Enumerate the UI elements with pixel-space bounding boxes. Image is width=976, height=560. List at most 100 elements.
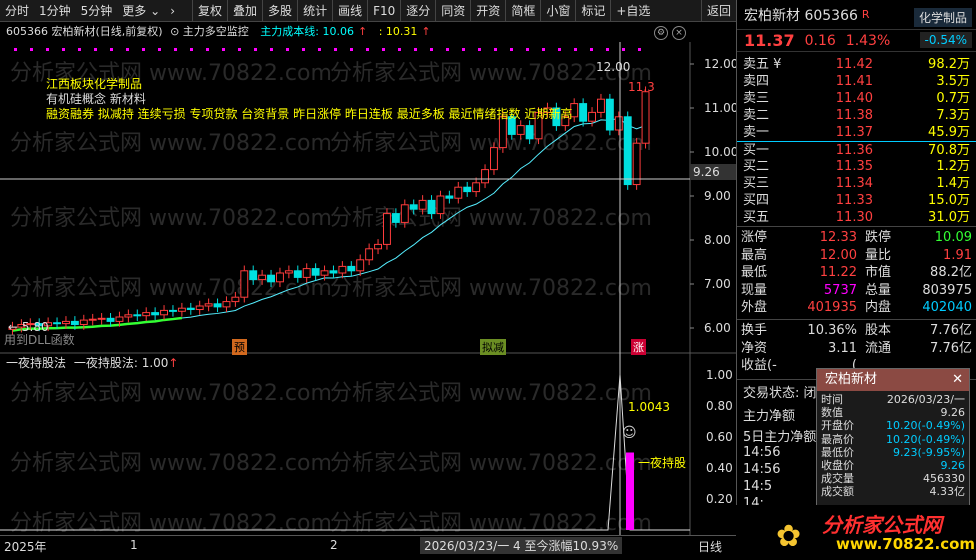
magenta-dot <box>542 48 545 51</box>
magenta-dot <box>510 48 513 51</box>
candle-body <box>320 270 329 276</box>
tooltip-row: 数值 9.26 <box>817 406 969 419</box>
ob-price: 11.34 <box>835 176 873 191</box>
watermark-text: 分析家公式网 www.70822.com <box>330 511 652 535</box>
candle-body <box>472 182 481 193</box>
orderbook-row[interactable]: 买三 11.34 1.4万 <box>737 175 976 192</box>
ob-volume: 70.8万 <box>928 143 970 158</box>
price-label: 11.3 <box>628 80 655 94</box>
tooltip-key: 时间 <box>821 393 843 406</box>
crosshair-price: 9.26 <box>690 164 736 180</box>
y-tick-label: 11.00 <box>704 101 736 115</box>
magenta-dot <box>318 48 321 51</box>
candle-body <box>258 274 267 281</box>
candle-body <box>62 320 70 325</box>
magenta-dot <box>78 48 81 51</box>
candle-body <box>329 270 338 274</box>
ob-label: 买二 <box>743 159 770 174</box>
orderbook-row[interactable]: 卖五 ¥ 11.42 98.2万 <box>737 56 976 73</box>
magenta-dot <box>174 48 177 51</box>
ob-label: 卖三 <box>743 91 770 106</box>
candle-body <box>231 296 240 303</box>
ob-volume: 1.2万 <box>936 159 970 174</box>
orderbook-row[interactable]: 买五 11.30 31.0万 <box>737 209 976 226</box>
marker-yu: 预 <box>232 339 247 355</box>
magenta-dot <box>478 48 481 51</box>
period-label[interactable]: 日线 <box>698 538 722 555</box>
orderbook-row[interactable]: 买一 11.36 70.8万 <box>737 141 976 158</box>
ob-volume: 15.0万 <box>928 193 970 208</box>
price-change: 0.16 <box>804 32 836 49</box>
tooltip-title: 宏柏新材 ✕ <box>817 369 969 391</box>
magenta-dot <box>606 48 609 51</box>
date-info: 2026/03/23/一 4 至今涨幅10.93% <box>420 537 623 554</box>
stat-row: 最低 11.22 市值 88.2亿 <box>737 264 976 282</box>
magenta-dot <box>190 48 193 51</box>
stat-label: 总量 <box>865 282 892 298</box>
magenta-dot <box>206 48 209 51</box>
month-2: 2 <box>330 538 338 552</box>
candle-body <box>374 243 383 250</box>
candle-body <box>463 186 472 193</box>
orderbook-row[interactable]: 买二 11.35 1.2万 <box>737 158 976 175</box>
year-label: 2025年 <box>4 540 47 554</box>
tooltip-key: 成交额 <box>821 485 854 499</box>
stat-value: 7.76亿 <box>930 340 972 356</box>
stats2-block: 换手 10.36% 股本 7.76亿 净资 3.11 流通 7.76亿 收益(-( <box>737 322 976 375</box>
watermark-text: 分析家公式网 www.70822.com <box>10 451 332 476</box>
candle-body <box>186 307 195 311</box>
ob-price: 11.40 <box>835 91 873 106</box>
y-tick-label: 10.00 <box>704 145 736 159</box>
tooltip-value: 4.33亿 <box>929 485 966 499</box>
candle-body <box>124 314 133 318</box>
ob-volume: 31.0万 <box>928 210 970 225</box>
stat-label: 收益(- <box>741 358 777 374</box>
tooltip-key: 开盘价 <box>821 419 854 433</box>
stats-block: 涨停 12.33 跌停 10.09 最高 12.00 量比 1.91 最低 11.22 市值 88.2… <box>737 227 976 317</box>
y-axis-lower: 1.00 0.80 0.60 0.40 0.20 <box>706 368 733 506</box>
watermark: 分析家公式网 www.70822.com 分析家公式网 www.70822.com… <box>10 61 652 535</box>
y-tick-label: 8.00 <box>704 233 731 247</box>
tooltip-row: 最高价 10.20(-0.49%) <box>817 433 969 446</box>
r-badge: R <box>861 8 870 21</box>
tooltip-value: 9.23(-9.95%) <box>893 445 965 459</box>
stat-value: 12.33 <box>819 230 857 245</box>
orderbook-row[interactable]: 卖四 11.41 3.5万 <box>737 73 976 90</box>
orderbook-row[interactable]: 卖三 11.40 0.7万 <box>737 90 976 107</box>
candle-body <box>133 314 142 317</box>
candle-body <box>588 111 596 122</box>
magenta-dot <box>286 48 289 51</box>
tooltip-value: 9.26 <box>940 458 966 472</box>
price-pct: 1.43% <box>845 32 891 49</box>
tooltip-value: 456330 <box>923 472 965 486</box>
magenta-dot <box>94 48 97 51</box>
magenta-dot <box>414 48 417 51</box>
magenta-dots <box>14 48 641 51</box>
tooltip-row: 开盘价 10.20(-0.49%) <box>817 419 969 432</box>
y-tick-label: 0.40 <box>706 461 733 475</box>
stat-row: 外盘 401935 内盘 402040 <box>737 299 976 317</box>
tooltip-row: 最低价 9.23(-9.95%) <box>817 446 969 459</box>
stat-value: 7.76亿 <box>930 322 972 338</box>
watermark-text: 分析家公式网 www.70822.com <box>330 381 652 406</box>
candle-body <box>454 186 463 199</box>
magenta-dot <box>158 48 161 51</box>
flower-icon: ✿ <box>776 519 802 554</box>
magenta-dot <box>30 48 33 51</box>
orderbook-row[interactable]: 卖二 11.38 7.3万 <box>737 107 976 124</box>
orderbook-row[interactable]: 买四 11.33 15.0万 <box>737 192 976 209</box>
orderbook-row[interactable]: 卖一 11.37 45.9万 <box>737 124 976 141</box>
magenta-dot <box>382 48 385 51</box>
month-1: 1 <box>130 538 138 552</box>
magenta-dot <box>334 48 337 51</box>
magenta-dot <box>638 48 641 51</box>
ob-price: 11.30 <box>835 210 873 225</box>
orderbook: 卖五 ¥ 11.42 98.2万 卖四 11.41 3.5万 卖三 11.40 0.7万 卖二 11… <box>737 52 976 227</box>
stat-label: 外盘 <box>741 300 768 316</box>
industry-tag[interactable]: 化学制品 <box>913 8 972 27</box>
ob-label: 卖二 <box>743 108 770 123</box>
candle-body <box>70 320 79 325</box>
stat-label: 跌停 <box>865 230 892 245</box>
candle-body <box>579 103 588 122</box>
close-icon[interactable]: ✕ <box>952 369 963 391</box>
